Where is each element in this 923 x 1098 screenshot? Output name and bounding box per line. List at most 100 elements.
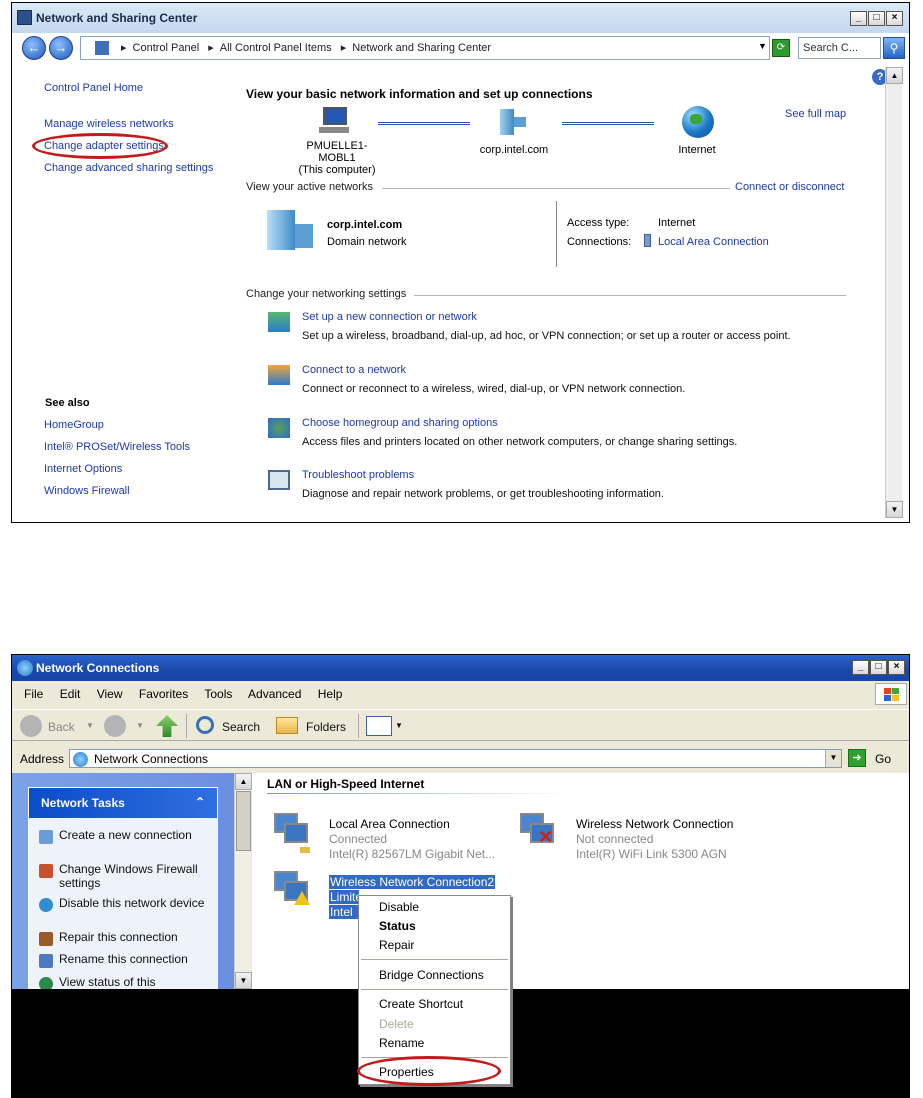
menu-advanced[interactable]: Advanced — [248, 687, 301, 701]
task-disable-device[interactable]: Disable this network device — [39, 896, 209, 912]
menu-item-status[interactable]: Status — [379, 919, 416, 933]
scroll-down-arrow[interactable]: ▼ — [886, 501, 903, 518]
menu-item-rename[interactable]: Rename — [379, 1036, 424, 1050]
collapse-icon[interactable]: ⌃ — [195, 795, 205, 809]
wireless2-connection-icon[interactable] — [270, 869, 310, 915]
folder-icon[interactable] — [276, 717, 298, 734]
search-icon[interactable] — [196, 716, 214, 734]
connection-name[interactable]: Wireless Network Connection — [576, 817, 733, 831]
task-link[interactable]: Set up a new connection or network — [302, 311, 477, 323]
map-node-sub: (This computer) — [298, 164, 376, 176]
refresh-icon[interactable]: ⟳ — [772, 39, 790, 57]
control-panel-icon — [95, 41, 109, 55]
warning-icon — [294, 891, 310, 905]
minimize-button[interactable]: _ — [850, 11, 867, 26]
see-full-map-link[interactable]: See full map — [785, 108, 846, 120]
close-button[interactable]: × — [886, 11, 903, 26]
go-arrow-icon[interactable]: ➔ — [848, 749, 866, 767]
section-label: View your active networks — [246, 181, 373, 193]
globe-icon — [73, 752, 88, 767]
connections-list: LAN or High-Speed Internet Local Area Co… — [252, 773, 909, 989]
scrollbar[interactable]: ▲ ▼ — [234, 773, 252, 989]
search-button[interactable]: Search — [222, 720, 260, 734]
back-button[interactable]: ← — [22, 36, 46, 60]
wireless-connection-icon[interactable]: ✕ — [516, 811, 556, 857]
access-type-label: Access type: — [567, 217, 630, 229]
task-link[interactable]: Troubleshoot problems — [302, 469, 414, 481]
back-arrow-icon[interactable] — [20, 715, 42, 737]
scroll-up-arrow[interactable]: ▲ — [886, 67, 903, 84]
search-icon[interactable]: ⚲ — [883, 37, 905, 59]
menu-item-delete: Delete — [379, 1017, 414, 1031]
back-label[interactable]: Back — [48, 720, 75, 734]
homegroup-icon — [268, 418, 290, 438]
windows-firewall-link[interactable]: Windows Firewall — [44, 485, 130, 497]
menu-item-bridge[interactable]: Bridge Connections — [379, 968, 484, 982]
chevron-down-icon[interactable]: ▼ — [825, 750, 841, 767]
change-advanced-sharing-link[interactable]: Change advanced sharing settings — [44, 162, 213, 174]
local-area-connection-link[interactable]: Local Area Connection — [658, 236, 769, 248]
address-input[interactable]: Network Connections ▼ — [69, 749, 842, 768]
highlight-oval — [357, 1056, 501, 1086]
task-rename-connection[interactable]: Rename this connection — [39, 952, 209, 968]
menu-file[interactable]: File — [24, 687, 43, 701]
chevron-down-icon[interactable]: ▼ — [395, 721, 403, 730]
close-button[interactable]: × — [888, 660, 905, 675]
task-repair-connection[interactable]: Repair this connection — [39, 930, 209, 946]
chevron-down-icon[interactable]: ▼ — [136, 721, 144, 730]
forward-button[interactable]: → — [49, 36, 73, 60]
task-firewall-settings[interactable]: Change Windows Firewall settings — [39, 862, 209, 890]
forward-arrow-icon[interactable] — [104, 715, 126, 737]
internet-options-link[interactable]: Internet Options — [44, 463, 122, 475]
menu-item-create-shortcut[interactable]: Create Shortcut — [379, 997, 463, 1011]
views-icon[interactable] — [366, 716, 392, 736]
maximize-button[interactable]: □ — [870, 660, 887, 675]
menu-item-repair[interactable]: Repair — [379, 938, 414, 952]
task-link[interactable]: Choose homegroup and sharing options — [302, 417, 498, 429]
window-title: Network Connections — [36, 661, 160, 675]
task-pane-title[interactable]: Network Tasks — [29, 788, 217, 818]
connection-name[interactable]: Local Area Connection — [329, 817, 450, 831]
breadcrumb[interactable]: ▸ Control Panel ▸ All Control Panel Items … — [80, 36, 770, 60]
connect-disconnect-link[interactable]: Connect or disconnect — [735, 181, 844, 193]
task-desc: Diagnose and repair network problems, or… — [302, 488, 664, 500]
control-panel-home-link[interactable]: Control Panel Home — [44, 82, 143, 94]
menu-tools[interactable]: Tools — [204, 687, 232, 701]
breadcrumb-item[interactable]: Control Panel — [133, 42, 200, 54]
menu-edit[interactable]: Edit — [60, 687, 81, 701]
scrollbar[interactable]: ▲ ▼ — [885, 67, 903, 518]
search-input[interactable]: Search C... — [798, 37, 881, 59]
title-bar: Network and Sharing Center _ □ × — [12, 3, 909, 33]
chevron-down-icon[interactable]: ▼ — [86, 721, 94, 730]
menu-favorites[interactable]: Favorites — [139, 687, 188, 701]
connection-device: Intel — [329, 905, 359, 919]
task-view-status[interactable]: View status of this — [39, 975, 209, 991]
scroll-up-arrow[interactable]: ▲ — [235, 773, 252, 790]
lan-connection-icon[interactable] — [270, 811, 310, 857]
go-button[interactable]: Go — [875, 752, 891, 766]
scroll-down-arrow[interactable]: ▼ — [235, 972, 252, 989]
disconnected-x-icon: ✕ — [538, 827, 554, 847]
scroll-thumb[interactable] — [236, 791, 251, 851]
chevron-down-icon[interactable]: ▼ — [758, 41, 767, 51]
up-folder-icon[interactable] — [156, 715, 178, 737]
globe-icon — [17, 660, 33, 676]
proset-link[interactable]: Intel® PROSet/Wireless Tools — [44, 441, 190, 453]
task-desc: Access files and printers located on oth… — [302, 436, 738, 448]
task-link[interactable]: Connect to a network — [302, 364, 406, 376]
connection-name-selected[interactable]: Wireless Network Connection2 — [329, 875, 496, 889]
menu-item-disable[interactable]: Disable — [379, 900, 419, 914]
task-create-connection[interactable]: Create a new connection — [39, 828, 209, 844]
manage-wireless-link[interactable]: Manage wireless networks — [44, 118, 174, 130]
connections-label: Connections: — [567, 236, 632, 248]
menu-help[interactable]: Help — [318, 687, 343, 701]
homegroup-link[interactable]: HomeGroup — [44, 419, 104, 431]
minimize-button[interactable]: _ — [852, 660, 869, 675]
maximize-button[interactable]: □ — [868, 11, 885, 26]
menu-view[interactable]: View — [97, 687, 123, 701]
task-desc: Connect or reconnect to a wireless, wire… — [302, 383, 686, 395]
folders-button[interactable]: Folders — [306, 720, 346, 734]
breadcrumb-item[interactable]: Network and Sharing Center — [352, 42, 491, 54]
breadcrumb-item[interactable]: All Control Panel Items — [220, 42, 332, 54]
connection-status: Connected — [329, 832, 388, 846]
